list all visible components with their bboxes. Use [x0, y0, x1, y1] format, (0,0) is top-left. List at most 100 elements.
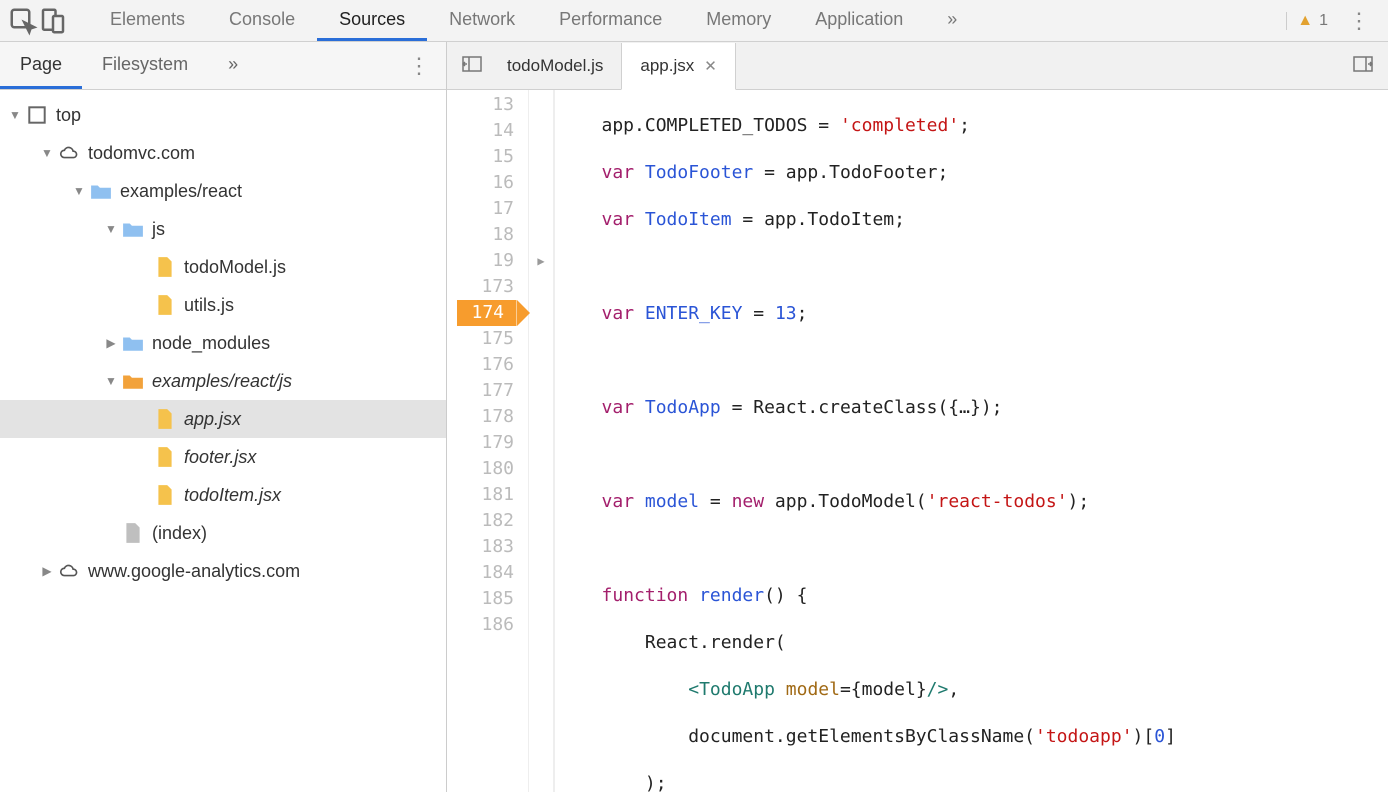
tab-network[interactable]: Network [427, 0, 537, 41]
gutter-line[interactable]: 175 [447, 326, 528, 352]
editor-tab-todomodel[interactable]: todoModel.js [489, 42, 621, 89]
disclosure-icon[interactable]: ▼ [8, 108, 22, 122]
gutter-line[interactable]: 13 [447, 92, 528, 118]
disclosure-icon[interactable]: ▼ [72, 184, 86, 198]
devtools-content: Page Filesystem » ⋮ ▼top▼todomvc.com▼exa… [0, 42, 1388, 792]
tree-row[interactable]: ▶ node_modules [0, 324, 446, 362]
gutter-line[interactable]: 14 [447, 118, 528, 144]
code-area[interactable]: 1314151617181917317417517617717817918018… [447, 90, 1388, 792]
gutter-line[interactable]: 15 [447, 144, 528, 170]
fold-marker [529, 300, 553, 326]
gutter-line[interactable]: 184 [447, 560, 528, 586]
tree-label: www.google-analytics.com [88, 561, 300, 582]
gutter-line[interactable]: 173 [447, 274, 528, 300]
gutter-line[interactable]: 17 [447, 196, 528, 222]
navigator-sidebar: Page Filesystem » ⋮ ▼top▼todomvc.com▼exa… [0, 42, 447, 792]
tree-label: node_modules [152, 333, 270, 354]
tree-row[interactable]: ▶utils.js [0, 286, 446, 324]
gutter-line[interactable]: 181 [447, 482, 528, 508]
tree-label: examples/react/js [152, 371, 292, 392]
gutter-line[interactable]: 18 [447, 222, 528, 248]
settings-menu-icon[interactable]: ⋮ [1338, 8, 1380, 34]
tree-label: todomvc.com [88, 143, 195, 164]
warning-count: 1 [1319, 12, 1328, 30]
tab-elements[interactable]: Elements [88, 0, 207, 41]
fold-gutter[interactable]: ▶ [529, 90, 555, 792]
toggle-debugger-icon[interactable] [1346, 56, 1380, 75]
device-toolbar-icon[interactable] [38, 6, 68, 36]
fold-marker [529, 196, 553, 222]
sidebar-tab-page[interactable]: Page [0, 42, 82, 89]
tree-row[interactable]: ▶ www.google-analytics.com [0, 552, 446, 590]
navigator-tabs: Page Filesystem » ⋮ [0, 42, 446, 90]
tab-performance[interactable]: Performance [537, 0, 684, 41]
fold-marker [529, 118, 553, 144]
file-tree: ▼top▼todomvc.com▼examples/react▼js▶todoM… [0, 90, 446, 792]
tree-label: utils.js [184, 295, 234, 316]
gutter-line[interactable]: 182 [447, 508, 528, 534]
disclosure-icon[interactable]: ▶ [40, 564, 54, 578]
tree-row[interactable]: ▼top [0, 96, 446, 134]
editor-tab-label: todoModel.js [507, 56, 603, 76]
disclosure-icon[interactable]: ▶ [104, 336, 118, 350]
warnings-indicator[interactable]: ▲ 1 [1286, 12, 1338, 30]
main-tabs: Elements Console Sources Network Perform… [88, 0, 1286, 41]
gutter-line[interactable]: 183 [447, 534, 528, 560]
tab-overflow[interactable]: » [925, 0, 979, 41]
tree-label: js [152, 219, 165, 240]
tab-console[interactable]: Console [207, 0, 317, 41]
file-icon [154, 484, 176, 506]
tab-sources[interactable]: Sources [317, 0, 427, 41]
gutter-line[interactable]: 178 [447, 404, 528, 430]
fold-marker[interactable]: ▶ [529, 248, 553, 274]
editor-tabbar: todoModel.js app.jsx ✕ [447, 42, 1388, 90]
folder-blue-icon [122, 332, 144, 354]
fold-marker [529, 534, 553, 560]
tab-memory[interactable]: Memory [684, 0, 793, 41]
tree-row[interactable]: ▶app.jsx [0, 400, 446, 438]
fold-marker [529, 352, 553, 378]
line-gutter[interactable]: 1314151617181917317417517617717817918018… [447, 90, 529, 792]
fold-marker [529, 586, 553, 612]
disclosure-icon[interactable]: ▼ [104, 222, 118, 236]
gutter-line[interactable]: 186 [447, 612, 528, 638]
gutter-line[interactable]: 180 [447, 456, 528, 482]
tree-row[interactable]: ▶(index) [0, 514, 446, 552]
tree-row[interactable]: ▼ todomvc.com [0, 134, 446, 172]
close-icon[interactable]: ✕ [704, 57, 717, 75]
tree-label: footer.jsx [184, 447, 256, 468]
tree-row[interactable]: ▼examples/react [0, 172, 446, 210]
frame-icon [26, 104, 48, 126]
gutter-line[interactable]: 179 [447, 430, 528, 456]
tab-application[interactable]: Application [793, 0, 925, 41]
gutter-line[interactable]: 176 [447, 352, 528, 378]
code-content[interactable]: app.COMPLETED_TODOS = 'completed'; var T… [555, 90, 1388, 792]
gutter-line[interactable]: 16 [447, 170, 528, 196]
gutter-line[interactable]: 185 [447, 586, 528, 612]
tree-row[interactable]: ▶todoModel.js [0, 248, 446, 286]
tree-row[interactable]: ▼ examples/react/js [0, 362, 446, 400]
fold-marker [529, 378, 553, 404]
navigator-menu-icon[interactable]: ⋮ [398, 53, 440, 79]
tree-row[interactable]: ▶todoItem.jsx [0, 476, 446, 514]
gutter-line[interactable]: 174 [457, 300, 528, 326]
folder-blue-icon [90, 180, 112, 202]
fold-marker [529, 404, 553, 430]
fold-marker [529, 170, 553, 196]
disclosure-icon[interactable]: ▼ [40, 146, 54, 160]
fold-marker [529, 430, 553, 456]
sidebar-tab-overflow[interactable]: » [208, 42, 258, 89]
disclosure-icon[interactable]: ▼ [104, 374, 118, 388]
gutter-line[interactable]: 177 [447, 378, 528, 404]
toggle-navigator-icon[interactable] [455, 56, 489, 75]
sidebar-tab-filesystem[interactable]: Filesystem [82, 42, 208, 89]
tree-label: (index) [152, 523, 207, 544]
tree-row[interactable]: ▶footer.jsx [0, 438, 446, 476]
tree-row[interactable]: ▼ js [0, 210, 446, 248]
editor-tab-app[interactable]: app.jsx ✕ [621, 43, 735, 90]
gutter-line[interactable]: 19 [447, 248, 528, 274]
tree-label: todoItem.jsx [184, 485, 281, 506]
warning-icon: ▲ [1297, 12, 1313, 30]
inspect-element-icon[interactable] [8, 6, 38, 36]
fold-marker [529, 222, 553, 248]
